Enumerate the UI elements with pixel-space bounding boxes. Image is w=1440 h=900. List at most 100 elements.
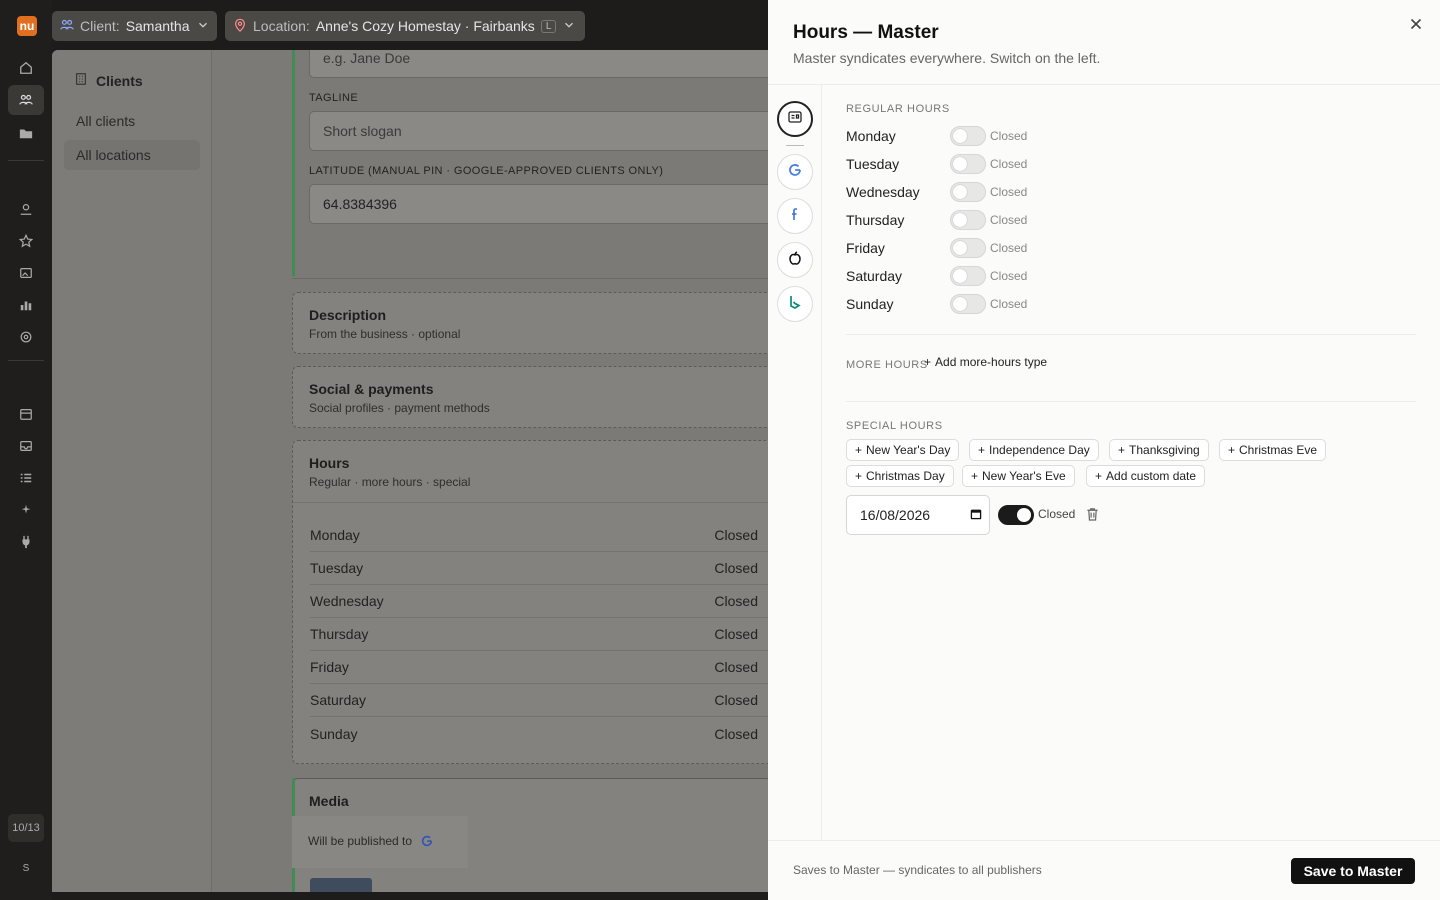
regular-hours-row: Wednesday Closed [846, 180, 1086, 204]
sidebar-item-all-locations[interactable]: All locations [64, 140, 200, 170]
social-card[interactable]: Social & payments Social profiles · paym… [292, 366, 768, 428]
calendar-icon[interactable] [969, 507, 983, 524]
plus-icon: + [855, 469, 863, 483]
card-title: Social & payments [309, 381, 434, 397]
list-icon[interactable] [8, 463, 44, 493]
open-toggle[interactable] [950, 154, 986, 174]
sidebar-item-all-clients[interactable]: All clients [64, 106, 200, 136]
save-to-master-button[interactable]: Save to Master [1291, 858, 1415, 884]
open-toggle[interactable] [950, 182, 986, 202]
special-hours-label: SPECIAL HOURS [846, 420, 943, 432]
day-name: Friday [846, 240, 885, 256]
master-publisher-button[interactable] [777, 101, 813, 137]
day-name: Saturday [846, 268, 903, 284]
special-chip-independence-day[interactable]: + Independence Day [969, 439, 1099, 461]
pin-icon[interactable] [8, 194, 44, 224]
card-subtitle: From the business · optional [309, 327, 461, 341]
publish-target-text: Will be published to [308, 834, 413, 848]
facebook-icon [787, 206, 803, 227]
location-shortcut: L [540, 19, 557, 33]
clients-icon [60, 18, 74, 35]
more-hours-label: MORE HOURS [846, 359, 928, 371]
active-section-indicator [292, 868, 295, 892]
trash-icon[interactable] [1086, 507, 1099, 521]
google-icon [787, 162, 803, 183]
app-logo[interactable]: nu [17, 16, 37, 36]
regular-hours-row: Friday Closed [846, 236, 1086, 260]
day-name: Thursday [846, 212, 905, 228]
active-section-indicator [292, 778, 295, 818]
add-more-hours-button[interactable]: + Add more-hours type [924, 355, 1047, 369]
day-status: Closed [990, 297, 1028, 311]
bing-publisher-button[interactable] [777, 286, 813, 322]
special-chip-new-years-day[interactable]: + New Year's Day [846, 439, 960, 461]
ai-icon[interactable] [8, 322, 44, 352]
day-name: Sunday [846, 296, 894, 312]
section-divider [292, 278, 768, 279]
regular-hours-row: Monday Closed [846, 124, 1086, 148]
open-toggle[interactable] [950, 266, 986, 286]
toggle-switch[interactable] [998, 505, 1034, 525]
open-toggle[interactable] [950, 294, 986, 314]
day-status: Closed [990, 185, 1028, 199]
open-toggle[interactable] [950, 126, 986, 146]
plus-icon: + [971, 469, 979, 483]
plus-icon: + [924, 355, 932, 369]
home-icon[interactable] [8, 53, 44, 83]
rail-divider [8, 160, 44, 161]
plus-icon: + [855, 443, 863, 457]
special-chip-christmas-day[interactable]: + Christmas Day [846, 465, 954, 487]
latitude-input[interactable]: 64.8384396 [309, 184, 768, 224]
plug-icon[interactable] [8, 527, 44, 557]
table-row: Friday Closed [310, 651, 768, 684]
open-toggle[interactable] [950, 210, 986, 230]
location-value: Anne's Cozy Homestay · Fairbanks [315, 18, 535, 34]
special-chip-thanksgiving[interactable]: + Thanksgiving [1109, 439, 1209, 461]
tagline-input[interactable]: Short slogan [309, 111, 768, 151]
table-row: Sunday Closed [310, 725, 758, 742]
special-chip-christmas-eve[interactable]: + Christmas Eve [1219, 439, 1327, 461]
add-custom-date-button[interactable]: + Add custom date [1086, 465, 1206, 487]
day-name: Monday [846, 128, 896, 144]
special-closed-toggle[interactable] [998, 505, 1034, 525]
regular-hours-row: Thursday Closed [846, 208, 1086, 232]
sparkle-icon[interactable] [8, 495, 44, 525]
description-card[interactable]: Description From the business · optional [292, 292, 768, 354]
facebook-publisher-button[interactable] [777, 198, 813, 234]
special-date-input[interactable]: 16/08/2026 [846, 495, 990, 535]
inbox-icon[interactable] [8, 431, 44, 461]
card-divider [293, 502, 768, 503]
user-avatar[interactable]: S [16, 858, 36, 878]
progress-counter[interactable]: 10/13 [8, 814, 44, 842]
star-icon[interactable] [8, 226, 44, 256]
day-status: Closed [990, 269, 1028, 283]
client-selector[interactable]: Client: Samantha [52, 11, 217, 41]
hours-card[interactable]: Hours Regular · more hours · special Mon… [292, 440, 768, 764]
panel-subtitle: Master syndicates everywhere. Switch on … [793, 50, 1101, 66]
folder-icon[interactable] [8, 118, 44, 148]
card-title: Media [309, 793, 349, 809]
panel-header: Hours — Master Master syndicates everywh… [768, 0, 1440, 85]
publisher-divider [786, 145, 804, 146]
analytics-icon[interactable] [8, 290, 44, 320]
special-closed-label: Closed [1038, 507, 1076, 521]
special-chip-new-years-eve[interactable]: + New Year's Eve [962, 465, 1075, 487]
clients-icon[interactable] [8, 85, 44, 115]
media-icon[interactable] [8, 258, 44, 288]
close-icon[interactable] [1408, 16, 1424, 32]
plus-icon: + [978, 443, 986, 457]
open-toggle[interactable] [950, 238, 986, 258]
table-row: Tuesday Closed [310, 552, 768, 585]
tagline-label: TAGLINE [309, 92, 359, 104]
location-form: e.g. Jane Doe TAGLINE Short slogan LATIT… [212, 50, 768, 892]
google-publisher-button[interactable] [777, 154, 813, 190]
building-icon [74, 72, 88, 89]
apple-publisher-button[interactable] [777, 242, 813, 278]
publish-target-bar: Will be published to [292, 816, 468, 868]
calendar-icon[interactable] [8, 399, 44, 429]
location-selector[interactable]: Location: Anne's Cozy Homestay · Fairban… [225, 11, 585, 41]
day-status: Closed [990, 213, 1028, 227]
media-thumbnail[interactable] [310, 878, 372, 892]
day-status: Closed [990, 241, 1028, 255]
name-input[interactable]: e.g. Jane Doe [309, 50, 768, 78]
